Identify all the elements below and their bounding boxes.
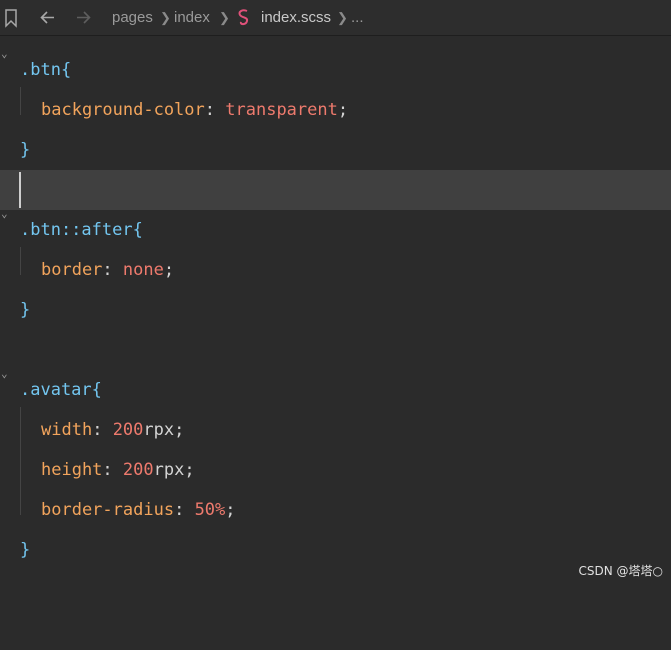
code-line: ⌄ .btn::after{ (0, 207, 671, 250)
fold-chevron-icon[interactable]: ⌄ (1, 204, 8, 224)
breadcrumb-file[interactable]: index.scss (261, 0, 331, 35)
fold-chevron-icon[interactable]: ⌄ (1, 364, 8, 384)
code-line: } (20, 540, 31, 560)
code-line: background-color: transparent; (41, 100, 349, 120)
chevron-right-icon: ❯ (337, 10, 348, 25)
watermark: CSDN @塔塔○ (578, 564, 664, 578)
code-line: width: 200rpx; (41, 420, 185, 440)
chevron-right-icon: ❯ (219, 10, 230, 25)
breadcrumb-item[interactable]: index (174, 0, 210, 35)
arrow-left-icon[interactable] (38, 0, 58, 35)
chevron-right-icon: ❯ (160, 10, 171, 25)
bookmark-icon[interactable] (4, 0, 18, 35)
sass-icon (236, 0, 252, 35)
current-line[interactable] (0, 170, 671, 210)
fold-chevron-icon[interactable]: ⌄ (1, 44, 8, 64)
code-line: border-radius: 50%; (41, 500, 236, 520)
code-editor[interactable]: ⌄ .btn{ background-color: transparent; }… (0, 36, 671, 585)
arrow-right-icon[interactable] (73, 0, 93, 35)
code-line: } (20, 300, 31, 320)
code-line: height: 200rpx; (41, 460, 195, 480)
code-line: ⌄ .btn{ (0, 47, 671, 90)
text-cursor (19, 172, 21, 208)
breadcrumb-item[interactable]: pages (112, 0, 153, 35)
breadcrumb-bar: pages ❯ index ❯ index.scss ❯ ... (0, 0, 671, 36)
code-line: ⌄ .avatar{ (0, 367, 671, 410)
code-line: } (20, 140, 31, 160)
code-line: border: none; (41, 260, 175, 280)
breadcrumb-more[interactable]: ... (351, 0, 364, 35)
